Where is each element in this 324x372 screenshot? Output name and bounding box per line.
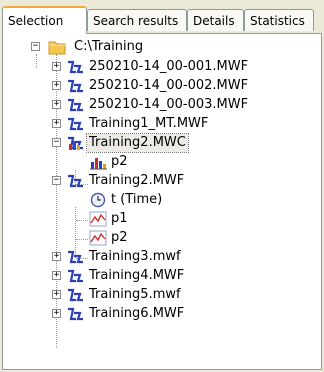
collapse-toggle[interactable]: − xyxy=(52,138,61,147)
tree-item[interactable]: + 250210-14_00-002.MWF xyxy=(3,77,321,95)
tree-child-label: p2 xyxy=(111,154,128,169)
mwf-file-icon xyxy=(68,60,83,74)
tab-selection[interactable]: Selection xyxy=(2,6,87,34)
tree-item[interactable]: + 250210-14_00-003.MWF xyxy=(3,96,321,114)
mwf-file-icon xyxy=(68,98,83,112)
tree-root-label: C:\Training xyxy=(74,39,144,54)
bar-chart-icon xyxy=(90,158,107,170)
mwc-file-icon xyxy=(68,136,83,150)
folder-icon xyxy=(48,41,66,55)
tab-bar: Selection Search results Details Statist… xyxy=(0,0,324,34)
tree-child-label: p2 xyxy=(111,230,128,245)
tab-statistics[interactable]: Statistics xyxy=(244,9,314,31)
tree-item-label: 250210-14_00-001.MWF xyxy=(89,59,249,74)
mwf-file-icon xyxy=(68,117,83,131)
collapse-toggle[interactable]: − xyxy=(52,176,61,185)
tree-child[interactable]: p1 xyxy=(3,210,321,228)
tree-item-label: Training5.mwf xyxy=(89,287,181,302)
mwf-file-icon xyxy=(68,288,83,302)
expand-toggle[interactable]: + xyxy=(52,81,61,90)
tree-item-label: Training2.MWF xyxy=(89,173,185,188)
tree-item-label: Training3.mwf xyxy=(89,249,181,264)
selection-panel: − C:\Training + 250210-14_00-001.MWF + 2… xyxy=(2,33,322,370)
expand-toggle[interactable]: + xyxy=(52,62,61,71)
tree-child-label: t (Time) xyxy=(111,192,163,207)
tree-item-label: Training6.MWF xyxy=(89,306,185,321)
mwf-file-icon xyxy=(68,307,83,321)
line-chart-icon xyxy=(89,230,107,246)
tree-item-label: Training4.MWF xyxy=(89,268,185,283)
tree-item-label: 250210-14_00-002.MWF xyxy=(89,78,249,93)
mwf-file-icon xyxy=(68,79,83,93)
tree-root[interactable]: − C:\Training xyxy=(3,38,321,56)
expand-toggle[interactable]: + xyxy=(52,309,61,318)
tree-child[interactable]: p2 xyxy=(3,229,321,247)
tree-item[interactable]: + Training5.mwf xyxy=(3,286,321,304)
tree-item[interactable]: + Training1_MT.MWF xyxy=(3,115,321,133)
tree-child[interactable]: p2 xyxy=(3,153,321,171)
tree-item[interactable]: + Training3.mwf xyxy=(3,248,321,266)
expand-toggle[interactable]: + xyxy=(52,119,61,128)
tree-item[interactable]: + Training4.MWF xyxy=(3,267,321,285)
tree-child-label: p1 xyxy=(111,211,128,226)
expand-toggle[interactable]: + xyxy=(52,100,61,109)
tree-item-label: Training1_MT.MWF xyxy=(89,116,209,131)
tree-item[interactable]: + Training6.MWF xyxy=(3,305,321,323)
tab-search-results[interactable]: Search results xyxy=(87,9,187,31)
line-chart-icon xyxy=(89,211,107,227)
tab-details[interactable]: Details xyxy=(187,9,244,31)
tree-item-label: Training2.MWC xyxy=(86,133,189,153)
expand-toggle[interactable]: + xyxy=(52,271,61,280)
mwf-file-icon xyxy=(68,174,83,188)
expand-toggle[interactable]: + xyxy=(52,290,61,299)
tree-item[interactable]: − Training2.MWF xyxy=(3,172,321,190)
tree-item-selected[interactable]: − Training2.MWC xyxy=(3,133,321,153)
tree-child[interactable]: t (Time) xyxy=(3,191,321,209)
tree-item-label: 250210-14_00-003.MWF xyxy=(89,97,249,112)
mwf-file-icon xyxy=(68,250,83,264)
clock-icon xyxy=(90,192,106,208)
collapse-toggle[interactable]: − xyxy=(31,42,40,51)
file-tree: − C:\Training + 250210-14_00-001.MWF + 2… xyxy=(3,34,321,369)
tree-item[interactable]: + 250210-14_00-001.MWF xyxy=(3,58,321,76)
expand-toggle[interactable]: + xyxy=(52,252,61,261)
mwf-file-icon xyxy=(68,269,83,283)
